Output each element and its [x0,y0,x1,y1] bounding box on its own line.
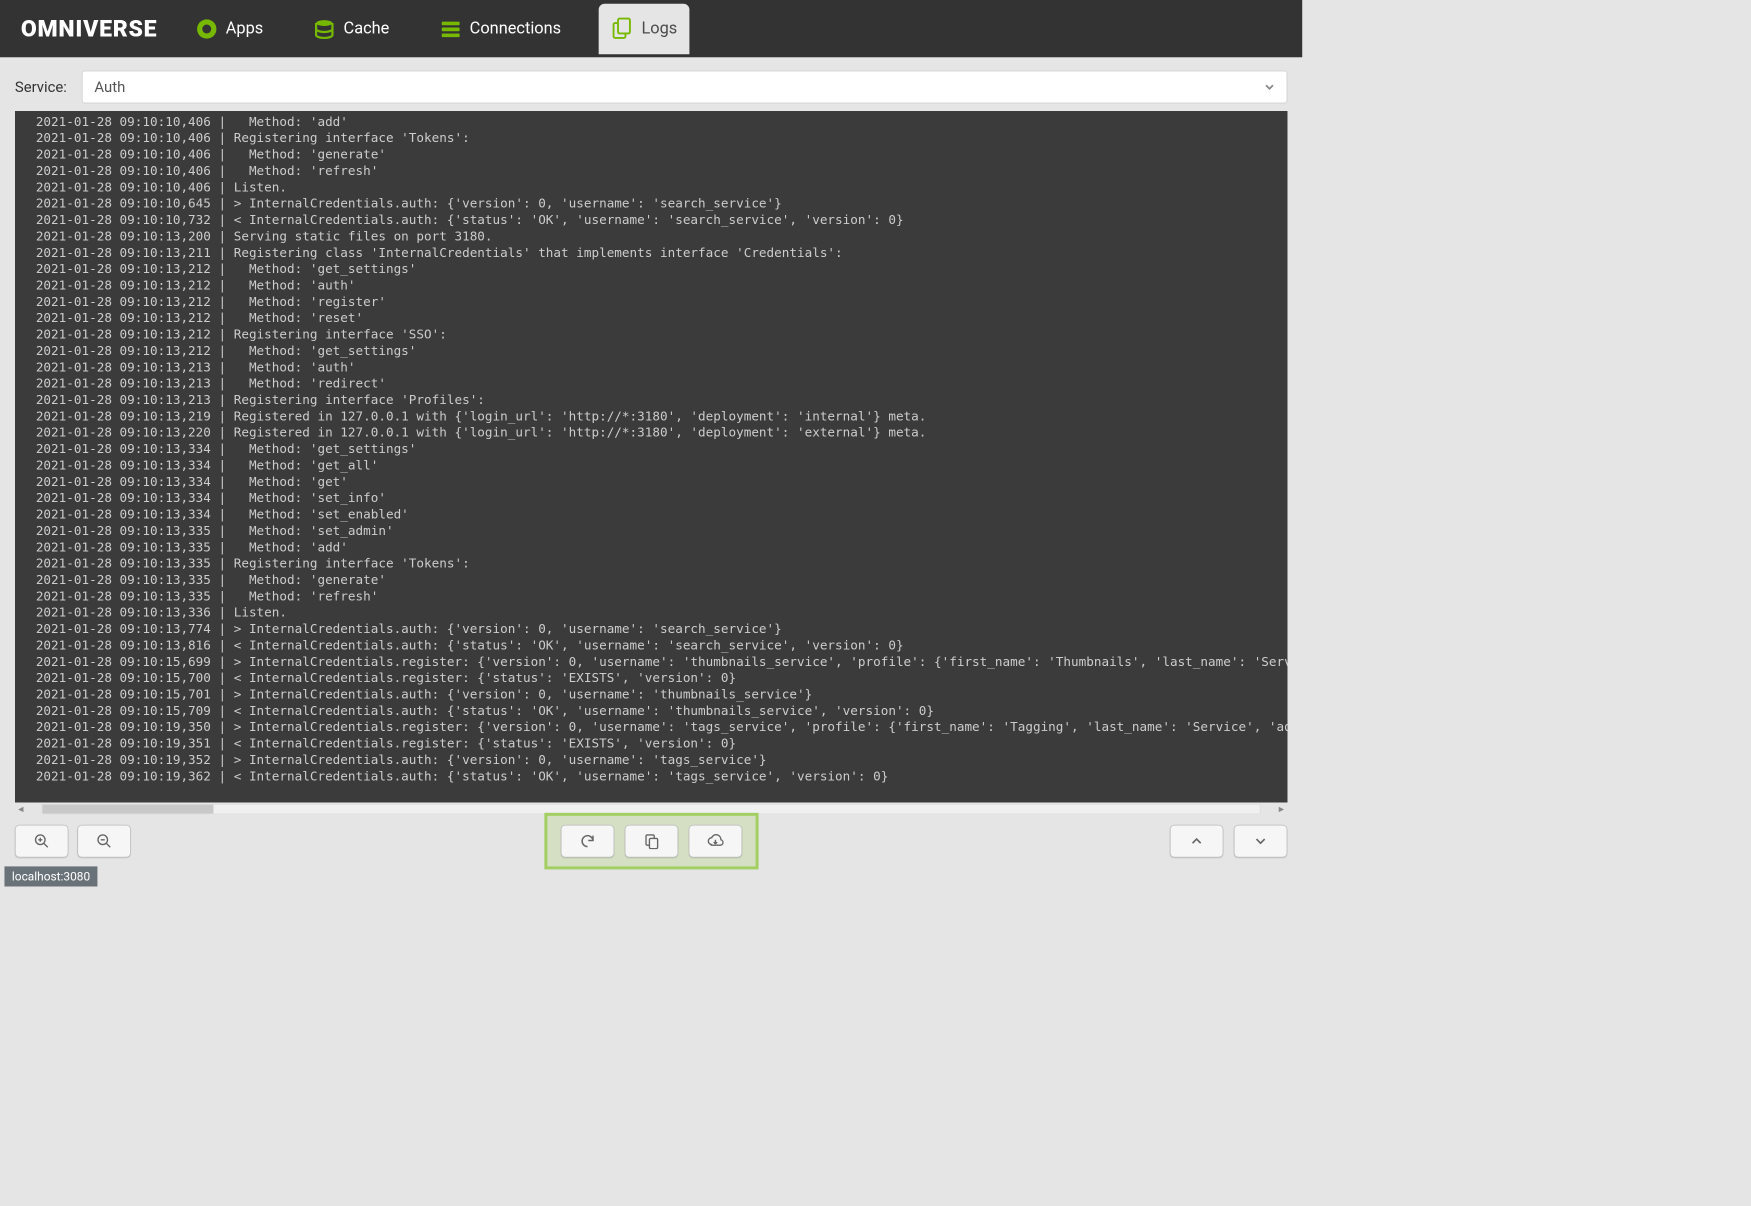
tab-connections[interactable]: Connections [427,3,573,54]
refresh-button[interactable] [560,825,614,858]
log-line: 2021-01-28 09:10:13,212 | Method: 'get_s… [36,343,1288,359]
log-line: 2021-01-28 09:10:13,211 | Registering cl… [36,245,1288,261]
tab-label: Connections [470,19,561,38]
log-line: 2021-01-28 09:10:13,334 | Method: 'set_i… [36,490,1288,506]
tab-label: Apps [226,19,263,38]
log-line: 2021-01-28 09:10:19,352 | > InternalCred… [36,752,1288,768]
log-line: 2021-01-28 09:10:13,335 | Method: 'refre… [36,588,1288,604]
service-label: Service: [15,78,67,96]
log-line: 2021-01-28 09:10:13,213 | Method: 'redir… [36,376,1288,392]
logs-icon [610,17,634,41]
tab-apps[interactable]: Apps [183,3,276,54]
log-line: 2021-01-28 09:10:19,351 | < InternalCred… [36,736,1288,752]
tab-label: Cache [344,19,390,38]
log-line: 2021-01-28 09:10:13,336 | Listen. [36,605,1288,621]
log-line: 2021-01-28 09:10:15,701 | > InternalCred… [36,686,1288,702]
log-line: 2021-01-28 09:10:19,362 | < InternalCred… [36,768,1288,784]
log-line: 2021-01-28 09:10:13,212 | Registering in… [36,326,1288,342]
log-line: 2021-01-28 09:10:15,700 | < InternalCred… [36,670,1288,686]
log-line: 2021-01-28 09:10:13,219 | Registered in … [36,408,1288,424]
log-line: 2021-01-28 09:10:19,350 | > InternalCred… [36,719,1288,735]
log-line: 2021-01-28 09:10:13,212 | Method: 'reset… [36,310,1288,326]
log-line: 2021-01-28 09:10:13,212 | Method: 'get_s… [36,261,1288,277]
log-line: 2021-01-28 09:10:13,212 | Method: 'auth' [36,277,1288,293]
chevron-down-icon [1264,78,1274,96]
cache-icon [312,17,336,41]
copy-button[interactable] [624,825,678,858]
scroll-down-button[interactable] [1234,825,1288,858]
zoom-in-button[interactable] [15,825,69,858]
log-line: 2021-01-28 09:10:13,334 | Method: 'get_s… [36,441,1288,457]
log-line: 2021-01-28 09:10:13,335 | Registering in… [36,556,1288,572]
service-row: Service: Auth [0,57,1302,111]
log-line: 2021-01-28 09:10:13,213 | Registering in… [36,392,1288,408]
brand-logo: OMNIVERSE [21,15,157,43]
header-bar: OMNIVERSE Apps Cache Connections [0,0,1302,57]
tab-label: Logs [641,19,677,38]
scroll-right-icon[interactable]: ► [1275,803,1287,815]
connections-icon [438,17,462,41]
log-line: 2021-01-28 09:10:13,816 | < InternalCred… [36,637,1288,653]
log-output[interactable]: 2021-01-28 09:10:10,406 | Method: 'add'2… [15,111,1287,803]
footer-toolbar [0,816,1302,867]
highlighted-button-group [544,813,758,870]
scroll-left-icon[interactable]: ◄ [15,803,27,815]
log-line: 2021-01-28 09:10:13,335 | Method: 'add' [36,539,1288,555]
download-button[interactable] [688,825,742,858]
log-line: 2021-01-28 09:10:13,334 | Method: 'set_e… [36,506,1288,522]
log-line: 2021-01-28 09:10:15,699 | > InternalCred… [36,654,1288,670]
log-line: 2021-01-28 09:10:13,212 | Method: 'regis… [36,294,1288,310]
zoom-out-button[interactable] [77,825,131,858]
log-line: 2021-01-28 09:10:15,709 | < InternalCred… [36,703,1288,719]
log-line: 2021-01-28 09:10:13,200 | Serving static… [36,228,1288,244]
log-line: 2021-01-28 09:10:10,406 | Method: 'refre… [36,163,1288,179]
log-line: 2021-01-28 09:10:13,334 | Method: 'get_a… [36,457,1288,473]
log-line: 2021-01-28 09:10:10,406 | Registering in… [36,130,1288,146]
log-line: 2021-01-28 09:10:10,406 | Method: 'gener… [36,147,1288,163]
log-line: 2021-01-28 09:10:13,335 | Method: 'gener… [36,572,1288,588]
scroll-up-button[interactable] [1170,825,1224,858]
log-line: 2021-01-28 09:10:10,406 | Listen. [36,179,1288,195]
tab-logs[interactable]: Logs [598,3,689,54]
log-line: 2021-01-28 09:10:13,774 | > InternalCred… [36,621,1288,637]
log-line: 2021-01-28 09:10:13,335 | Method: 'set_a… [36,523,1288,539]
log-line: 2021-01-28 09:10:13,334 | Method: 'get' [36,474,1288,490]
tab-cache[interactable]: Cache [300,3,401,54]
apps-icon [195,17,219,41]
service-select[interactable]: Auth [82,71,1288,104]
scroll-thumb[interactable] [42,805,213,814]
log-line: 2021-01-28 09:10:10,732 | < InternalCred… [36,212,1288,228]
service-value: Auth [94,78,125,96]
log-line: 2021-01-28 09:10:13,213 | Method: 'auth' [36,359,1288,375]
log-line: 2021-01-28 09:10:13,220 | Registered in … [36,425,1288,441]
log-line: 2021-01-28 09:10:10,645 | > InternalCred… [36,196,1288,212]
status-bar: localhost:3080 [4,866,97,886]
log-line: 2021-01-28 09:10:10,406 | Method: 'add' [36,114,1288,130]
